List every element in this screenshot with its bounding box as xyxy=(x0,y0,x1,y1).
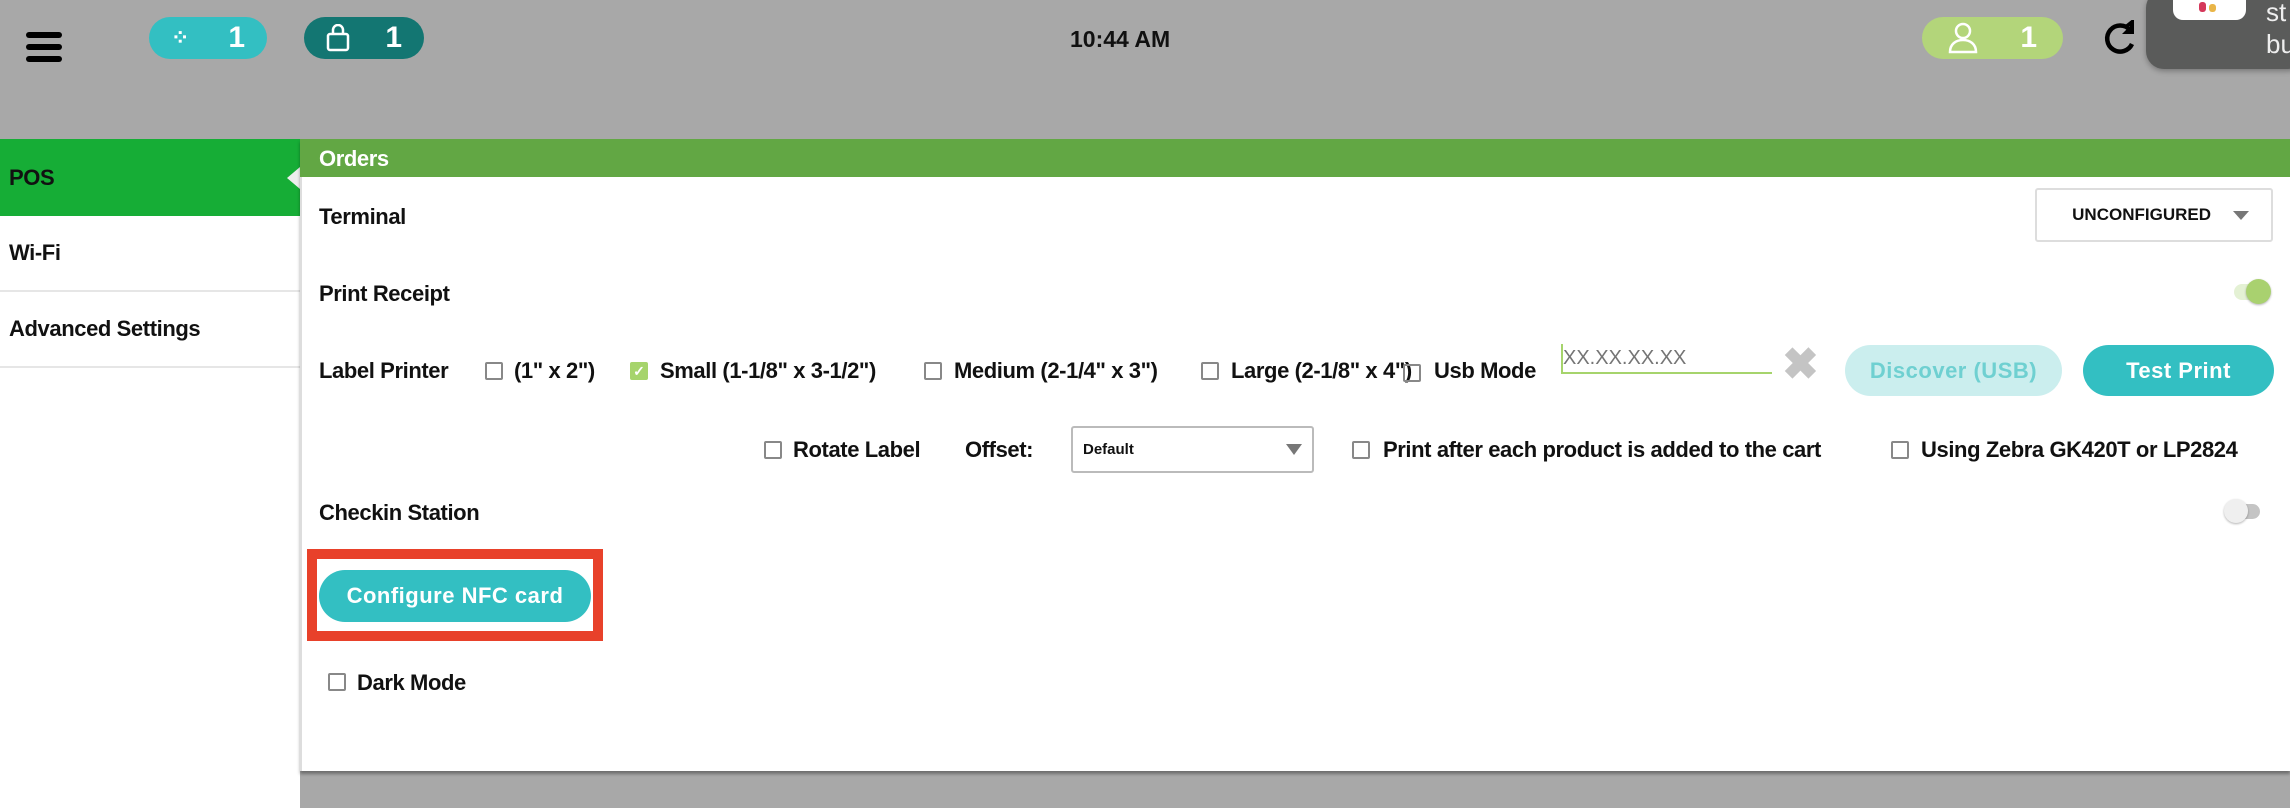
test-print-button[interactable]: Test Print xyxy=(2083,345,2274,396)
dark-mode-label: Dark Mode xyxy=(357,670,466,695)
offset-label: Offset: xyxy=(965,437,1034,462)
size-large-label: Large (2-1/8" x 4") xyxy=(1231,358,1412,383)
menu-icon[interactable] xyxy=(26,32,62,68)
terminal-label: Terminal xyxy=(319,204,406,229)
usb-mode-checkbox[interactable] xyxy=(1403,364,1421,382)
print-receipt-toggle[interactable] xyxy=(2234,279,2271,304)
sidebar-item-pos[interactable]: POS xyxy=(0,139,300,216)
print-receipt-label: Print Receipt xyxy=(319,281,450,306)
rotate-label-label: Rotate Label xyxy=(793,437,921,462)
size-1x2-checkbox[interactable] xyxy=(485,362,503,380)
pending-orders-badge[interactable]: ⁘ 1 xyxy=(149,17,267,59)
size-1x2-label: (1" x 2") xyxy=(514,358,595,383)
clock: 10:44 AM xyxy=(1070,26,1171,52)
printer-ip-input[interactable] xyxy=(1561,344,1772,374)
shopping-bag-icon xyxy=(326,24,350,52)
label-printer-label: Label Printer xyxy=(319,358,449,383)
checkin-station-toggle[interactable] xyxy=(2224,499,2260,523)
refresh-icon[interactable] xyxy=(2100,20,2140,58)
size-small-label: Small (1-1/8" x 3-1/2") xyxy=(660,358,876,383)
app-icon xyxy=(2173,0,2246,20)
section-header: Orders xyxy=(300,139,2290,177)
offset-select[interactable]: Default xyxy=(1071,426,1314,473)
size-large-checkbox[interactable] xyxy=(1201,362,1219,380)
terminal-dropdown[interactable]: UNCONFIGURED xyxy=(2035,188,2273,242)
clear-icon[interactable]: ✖ xyxy=(1782,343,1819,387)
print-after-checkbox[interactable] xyxy=(1352,441,1370,459)
dark-mode-checkbox[interactable] xyxy=(328,673,346,691)
rotate-label-checkbox[interactable] xyxy=(764,441,782,459)
user-icon xyxy=(1948,22,1978,54)
customers-badge[interactable]: 1 xyxy=(1922,17,2063,59)
size-medium-label: Medium (2-1/4" x 3") xyxy=(954,358,1158,383)
configure-nfc-button[interactable]: Configure NFC card xyxy=(319,570,591,622)
cart-badge[interactable]: 1 xyxy=(304,17,424,59)
usb-mode-label: Usb Mode xyxy=(1434,358,1536,383)
zebra-label: Using Zebra GK420T or LP2824 xyxy=(1921,437,2238,462)
sidebar-item-wifi[interactable]: Wi-Fi xyxy=(0,216,300,292)
caret-down-icon xyxy=(1286,444,1302,455)
spinner-icon: ⁘ xyxy=(171,25,190,50)
caret-down-icon xyxy=(2233,210,2249,220)
size-small-checkbox[interactable]: ✓ xyxy=(630,362,648,380)
print-after-label: Print after each product is added to the… xyxy=(1383,437,1821,462)
size-medium-checkbox[interactable] xyxy=(924,362,942,380)
zebra-checkbox[interactable] xyxy=(1891,441,1909,459)
discover-usb-button[interactable]: Discover (USB) xyxy=(1845,345,2062,396)
notification-popup[interactable]: st bu xyxy=(2146,0,2290,69)
checkin-station-label: Checkin Station xyxy=(319,500,480,525)
sidebar-item-advanced-settings[interactable]: Advanced Settings xyxy=(0,292,300,368)
active-indicator xyxy=(287,167,300,189)
